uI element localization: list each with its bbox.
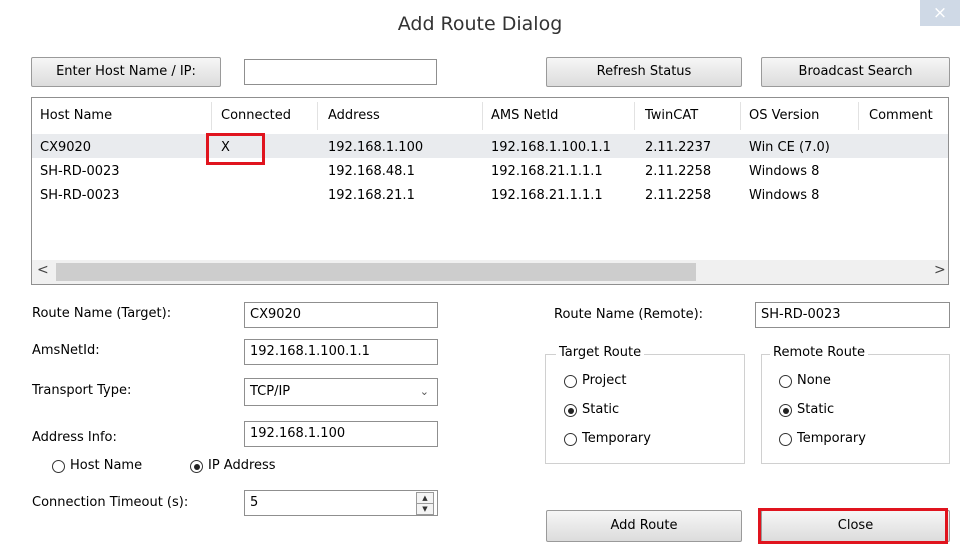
target-project-label[interactable]: Project	[582, 373, 626, 388]
cell-address[interactable]: 192.168.48.1	[328, 164, 415, 179]
scroll-right-icon[interactable]: >	[934, 262, 946, 278]
host-list[interactable]: Host Name Connected Address AMS NetId Tw…	[31, 97, 949, 285]
cell-twincat[interactable]: 2.11.2258	[645, 164, 711, 179]
remote-route-legend: Remote Route	[770, 345, 869, 360]
broadcast-search-button[interactable]: Broadcast Search	[761, 57, 950, 87]
route-name-remote-input[interactable]: SH-RD-0023	[755, 302, 950, 328]
cell-twincat[interactable]: 2.11.2258	[645, 188, 711, 203]
transport-type-label: Transport Type:	[32, 383, 132, 398]
cell-host-name[interactable]: CX9020	[40, 140, 91, 155]
connection-timeout-value: 5	[250, 495, 259, 510]
cell-os-version[interactable]: Windows 8	[749, 188, 819, 203]
column-header-connected[interactable]: Connected	[221, 108, 291, 123]
target-project-radio[interactable]	[564, 375, 577, 388]
column-header-ams-netid[interactable]: AMS NetId	[491, 108, 558, 123]
target-temporary-radio[interactable]	[564, 433, 577, 446]
amsnetid-label: AmsNetId:	[32, 343, 100, 358]
column-divider	[634, 102, 635, 130]
scroll-left-icon[interactable]: <	[37, 262, 49, 278]
route-name-target-input[interactable]: CX9020	[244, 302, 438, 328]
target-static-radio[interactable]	[564, 404, 577, 417]
connected-highlight-box	[206, 133, 265, 165]
close-highlight-box	[758, 508, 948, 544]
address-info-label: Address Info:	[32, 430, 117, 445]
cell-address[interactable]: 192.168.1.100	[328, 140, 423, 155]
scrollbar-thumb[interactable]	[56, 263, 696, 281]
horizontal-scrollbar[interactable]: < >	[32, 260, 948, 284]
target-static-label[interactable]: Static	[582, 402, 619, 417]
column-divider	[740, 102, 741, 130]
cell-host-name[interactable]: SH-RD-0023	[40, 164, 120, 179]
cell-os-version[interactable]: Windows 8	[749, 164, 819, 179]
window-close-icon[interactable]: ×	[920, 0, 960, 26]
host-name-input[interactable]	[244, 59, 437, 85]
transport-type-value: TCP/IP	[250, 384, 291, 399]
cell-ams-netid[interactable]: 192.168.21.1.1.1	[491, 188, 603, 203]
chevron-down-icon[interactable]: ⌄	[420, 379, 429, 405]
address-info-input[interactable]: 192.168.1.100	[244, 421, 438, 447]
target-route-legend: Target Route	[556, 345, 645, 360]
column-header-comment[interactable]: Comment	[869, 108, 933, 123]
cell-address[interactable]: 192.168.21.1	[328, 188, 415, 203]
connection-timeout-label: Connection Timeout (s):	[32, 495, 189, 510]
remote-static-label[interactable]: Static	[797, 402, 834, 417]
enter-host-button[interactable]: Enter Host Name / IP:	[31, 57, 221, 87]
column-divider	[858, 102, 859, 130]
dialog-title: Add Route Dialog	[397, 13, 563, 35]
remote-temporary-radio[interactable]	[779, 433, 792, 446]
remote-none-radio[interactable]	[779, 375, 792, 388]
column-header-address[interactable]: Address	[328, 108, 380, 123]
cell-os-version[interactable]: Win CE (7.0)	[749, 140, 830, 155]
cell-ams-netid[interactable]: 192.168.1.100.1.1	[491, 140, 611, 155]
column-divider	[317, 102, 318, 130]
ip-address-radio[interactable]	[190, 460, 203, 473]
cell-host-name[interactable]: SH-RD-0023	[40, 188, 120, 203]
ip-address-radio-label[interactable]: IP Address	[208, 458, 276, 473]
column-divider	[211, 102, 212, 130]
route-name-remote-label: Route Name (Remote):	[554, 307, 704, 322]
route-name-target-label: Route Name (Target):	[32, 306, 172, 321]
cell-twincat[interactable]: 2.11.2237	[645, 140, 711, 155]
refresh-status-button[interactable]: Refresh Status	[546, 57, 742, 87]
remote-none-label[interactable]: None	[797, 373, 831, 388]
remote-temporary-label[interactable]: Temporary	[797, 431, 866, 446]
column-header-host-name[interactable]: Host Name	[40, 108, 112, 123]
transport-type-select[interactable]: TCP/IP ⌄	[244, 378, 438, 406]
remote-static-radio[interactable]	[779, 404, 792, 417]
host-name-radio-label[interactable]: Host Name	[70, 458, 142, 473]
column-header-twincat[interactable]: TwinCAT	[645, 108, 698, 123]
cell-ams-netid[interactable]: 192.168.21.1.1.1	[491, 164, 603, 179]
add-route-button[interactable]: Add Route	[546, 510, 742, 542]
host-name-radio[interactable]	[52, 460, 65, 473]
column-divider	[482, 102, 483, 130]
spin-down-icon[interactable]: ▼	[416, 503, 434, 515]
target-temporary-label[interactable]: Temporary	[582, 431, 651, 446]
connection-timeout-input[interactable]: 5	[244, 490, 438, 516]
column-header-os-version[interactable]: OS Version	[749, 108, 819, 123]
amsnetid-input[interactable]: 192.168.1.100.1.1	[244, 339, 438, 365]
